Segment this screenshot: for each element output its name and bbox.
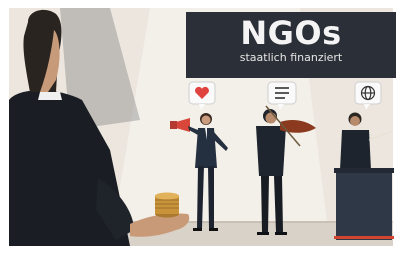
podium: [336, 170, 392, 240]
banner-title: NGOs: [240, 14, 342, 52]
banner-subtitle: staatlich finanziert: [239, 51, 343, 64]
coin-stack: [155, 192, 179, 218]
